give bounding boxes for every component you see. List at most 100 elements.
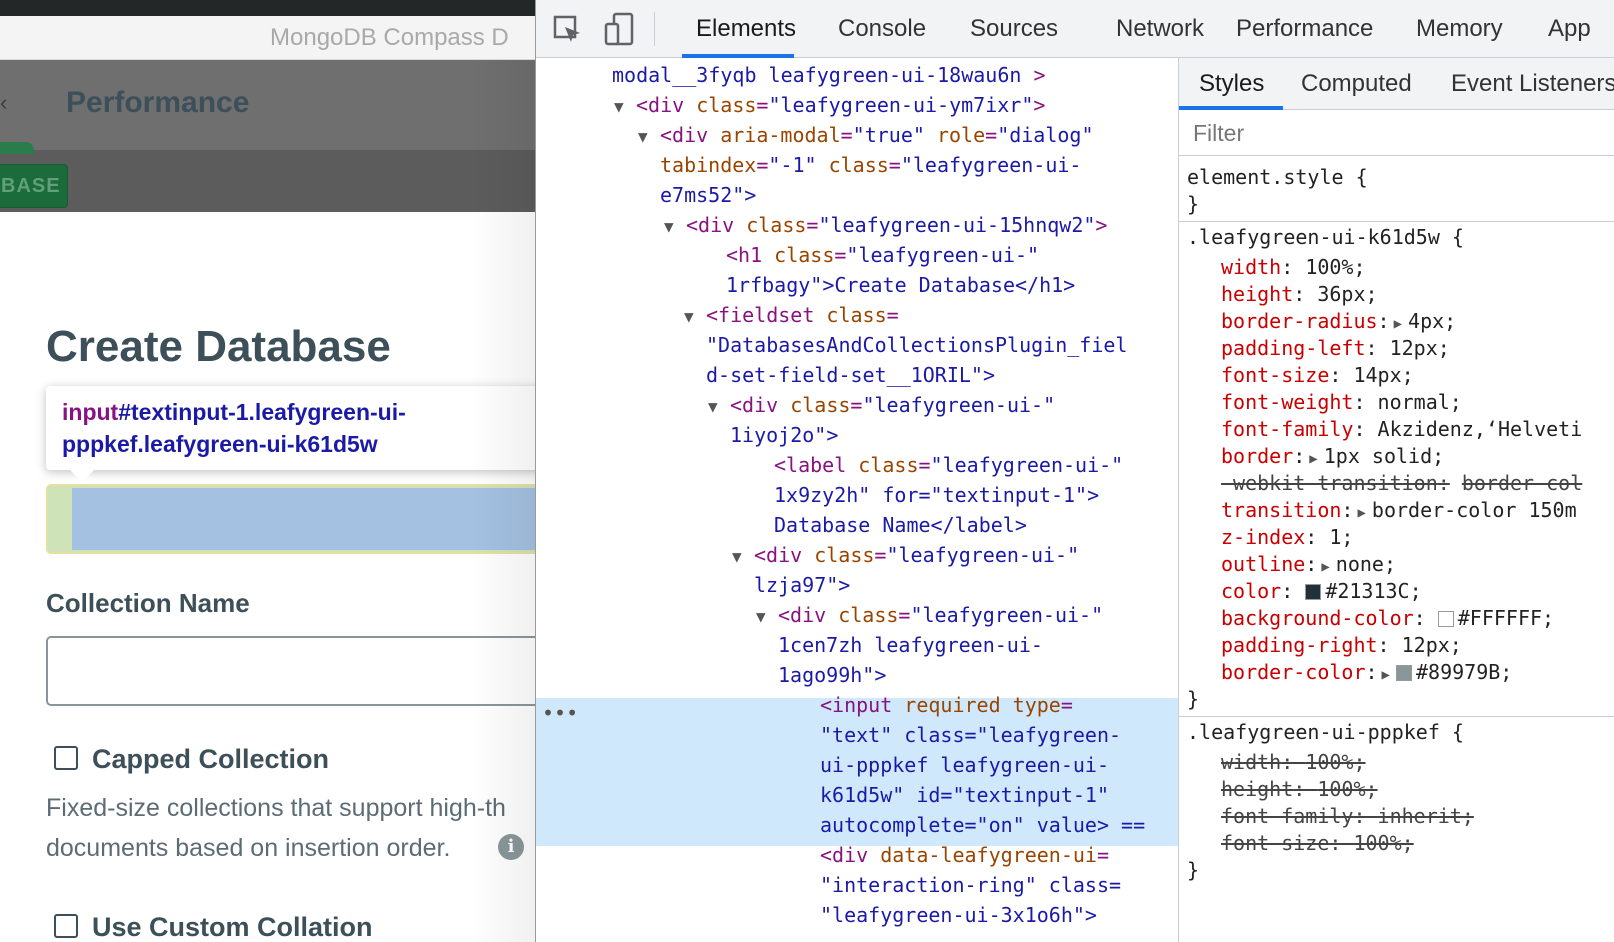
element-style-selector[interactable]: element.style { (1187, 164, 1368, 191)
css-declaration[interactable]: font-family: inherit; (1221, 803, 1474, 830)
css-declaration[interactable]: color: #21313C; (1221, 578, 1422, 605)
dom-line[interactable]: e7ms52"> (660, 180, 756, 210)
css-declaration[interactable]: font-size: 14px; (1221, 362, 1414, 389)
dom-tag: <div (730, 393, 779, 417)
dom-line[interactable]: ▼ <div class="leafygreen-ui-15hnqw2"> (664, 210, 1107, 242)
tab-performance[interactable]: Performance (1236, 15, 1373, 43)
dom-line[interactable]: autocomplete="on" value> == (820, 810, 1145, 840)
dom-line[interactable]: modal__3fyqb leafygreen-ui-18wau6n > (612, 60, 1045, 90)
header-title[interactable]: Performance (66, 86, 249, 120)
css-declaration[interactable]: background-color: #FFFFFF; (1221, 605, 1554, 632)
tab-sources[interactable]: Sources (970, 15, 1058, 43)
dom-line[interactable]: 1ago99h"> (778, 660, 886, 690)
css-declaration[interactable]: border-radius: ▶ 4px; (1221, 308, 1456, 338)
database-name-input[interactable] (72, 488, 535, 550)
css-declaration[interactable]: font-weight: normal; (1221, 389, 1462, 416)
css-declaration[interactable]: -webkit-transition: border-col (1221, 470, 1582, 497)
rule-close[interactable]: } (1187, 191, 1199, 218)
css-declaration[interactable]: width: 100%; (1221, 254, 1366, 281)
color-swatch-icon[interactable] (1305, 584, 1322, 600)
dom-line[interactable]: "interaction-ring" class= (820, 870, 1121, 900)
dom-line[interactable]: 1x9zy2h" for="textinput-1"> (774, 480, 1099, 510)
css-declaration[interactable]: width: 100%; (1221, 749, 1366, 776)
dom-line[interactable]: ▼ <div class="leafygreen-ui-ym7ixr"> (614, 90, 1045, 122)
css-property-value: 12px; (1389, 336, 1450, 360)
dom-line[interactable]: ▼ <fieldset class= (684, 300, 899, 332)
css-declaration[interactable]: z-index: 1; (1221, 524, 1353, 551)
css-property-value: 100%; (1353, 831, 1414, 855)
rule-selector[interactable]: .leafygreen-ui-pppkef { (1187, 719, 1464, 746)
tab-memory[interactable]: Memory (1416, 15, 1503, 43)
css-declaration[interactable]: font-family: Akzidenz,‘Helveti (1221, 416, 1582, 443)
color-swatch-icon[interactable] (1437, 611, 1454, 627)
tab-computed[interactable]: Computed (1301, 70, 1412, 98)
css-declaration[interactable]: border: ▶ 1px solid; (1221, 443, 1444, 473)
dom-line[interactable]: k61d5w" id="textinput-1" (820, 780, 1109, 810)
dom-tree[interactable]: ••• modal__3fyqb leafygreen-ui-18wau6n >… (536, 58, 1178, 942)
dom-line[interactable]: <label class="leafygreen-ui-" (774, 450, 1123, 480)
dom-line[interactable]: ▼ <div class="leafygreen-ui-" (732, 540, 1079, 572)
capped-collection-checkbox[interactable] (54, 746, 78, 770)
css-space (1293, 579, 1305, 603)
expand-triangle-icon: ▼ (732, 547, 742, 566)
dom-line[interactable]: lzja97"> (754, 570, 850, 600)
tab-event-listeners[interactable]: Event Listeners (1451, 70, 1614, 98)
css-property-name: font-size (1221, 831, 1330, 855)
css-space (1366, 390, 1378, 414)
css-property-name: border-radius (1221, 309, 1378, 333)
selector-text: element.style { (1187, 165, 1368, 189)
custom-collation-label[interactable]: Use Custom Collation (92, 912, 373, 942)
css-property-name: padding-right (1221, 633, 1378, 657)
back-arrow-icon[interactable]: ‹ (0, 90, 18, 116)
css-declaration[interactable]: border-color: ▶ #89979B; (1221, 659, 1512, 689)
css-declaration[interactable]: height: 100%; (1221, 776, 1378, 803)
create-database-button[interactable]: BASE (0, 164, 68, 208)
styles-filter-input[interactable] (1193, 120, 1593, 146)
dom-line[interactable]: "DatabasesAndCollectionsPlugin_fiel (706, 330, 1127, 360)
css-declaration[interactable]: height: 36px; (1221, 281, 1378, 308)
dom-line[interactable]: <input required type= (820, 690, 1073, 720)
inspect-element-icon[interactable] (552, 14, 584, 46)
expand-arrow-icon: ▶ (1393, 316, 1403, 332)
custom-collation-checkbox[interactable] (54, 914, 78, 938)
css-declaration[interactable]: padding-right: 12px; (1221, 632, 1462, 659)
css-property-name: background-color (1221, 606, 1414, 630)
dom-line[interactable]: <div data-leafygreen-ui= (820, 840, 1109, 870)
collection-name-input[interactable] (46, 636, 535, 706)
dom-line[interactable]: 1cen7zh leafygreen-ui- (778, 630, 1043, 660)
dom-line[interactable]: ▼ <div class="leafygreen-ui-" (708, 390, 1055, 422)
css-declaration[interactable]: font-size: 100%; (1221, 830, 1414, 857)
dom-line[interactable]: ▼ <div aria-modal="true" role="dialog" (638, 120, 1094, 152)
dom-line[interactable]: d-set-field-set__1ORIL"> (706, 360, 995, 390)
css-declaration[interactable]: outline: ▶ none; (1221, 551, 1396, 581)
css-declaration[interactable]: transition: ▶ border-color 150m (1221, 497, 1577, 527)
dom-line[interactable]: <h1 class="leafygreen-ui-" (726, 240, 1039, 270)
css-declaration[interactable]: padding-left: 12px; (1221, 335, 1450, 362)
dom-line[interactable]: 1iyoj2o"> (730, 420, 838, 450)
tab-styles[interactable]: Styles (1199, 70, 1264, 98)
dom-line[interactable]: ▼ <div class="leafygreen-ui-" (756, 600, 1103, 632)
device-toolbar-icon[interactable] (604, 12, 636, 46)
css-property-value: border-col (1461, 471, 1583, 495)
dom-tag: <fieldset (706, 303, 815, 327)
dom-line[interactable]: ui-pppkef leafygreen-ui- (820, 750, 1109, 780)
dom-line[interactable]: tabindex="-1" class="leafygreen-ui- (660, 150, 1081, 180)
color-swatch-icon[interactable] (1395, 665, 1412, 681)
tab-network[interactable]: Network (1116, 15, 1204, 43)
tab-elements[interactable]: Elements (696, 15, 796, 43)
rule-close[interactable]: } (1187, 857, 1199, 884)
dom-line[interactable]: "leafygreen-ui-3x1o6h"> (820, 900, 1097, 930)
rule-selector[interactable]: .leafygreen-ui-k61d5w { (1187, 224, 1464, 251)
capped-collection-label[interactable]: Capped Collection (92, 744, 329, 775)
tab-application[interactable]: App (1548, 15, 1591, 43)
dom-text: "text" class="leafygreen- (820, 723, 1122, 747)
dom-line[interactable]: Database Name</label> (774, 510, 1027, 540)
dom-attr-name: aria-modal (708, 123, 841, 147)
dom-tag: <div (754, 543, 803, 567)
css-rules[interactable]: element.style {} .leafygreen-ui-k61d5w { w… (1179, 156, 1614, 942)
dom-line[interactable]: "text" class="leafygreen- (820, 720, 1121, 750)
tab-console[interactable]: Console (838, 15, 926, 43)
dom-line[interactable]: 1rfbagy">Create Database</h1> (726, 270, 1075, 300)
rule-close[interactable]: } (1187, 686, 1199, 713)
more-options-icon[interactable]: ••• (542, 698, 578, 728)
